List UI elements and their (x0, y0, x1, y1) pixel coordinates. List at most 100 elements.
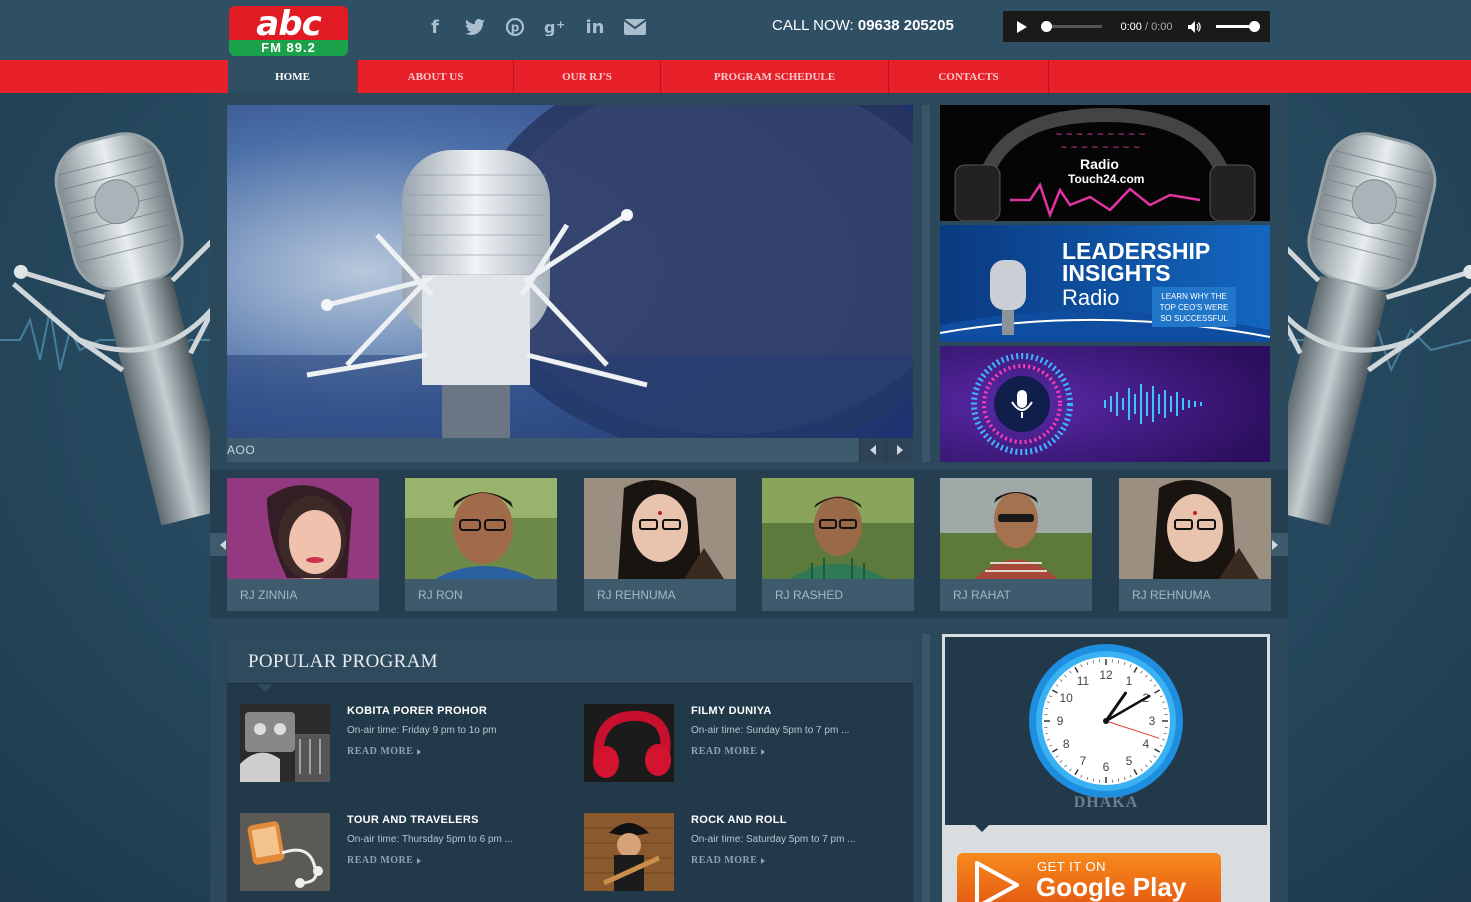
rj-card[interactable]: RJ REHNUMA (584, 478, 736, 611)
program-thumbnail[interactable] (584, 704, 674, 782)
ad2-line2: INSIGHTS (1062, 260, 1171, 286)
svg-text:+: + (556, 18, 565, 31)
logo-wordmark: abc (229, 6, 348, 42)
volume-icon[interactable] (1188, 20, 1202, 33)
svg-text:LEARN WHY THE: LEARN WHY THE (1161, 292, 1227, 301)
nav-about-us[interactable]: ABOUT US (358, 60, 514, 93)
slider-next-button[interactable] (886, 438, 913, 462)
rj-card[interactable]: RJ REHNUMA (1119, 478, 1271, 611)
facebook-icon[interactable]: f (424, 16, 446, 38)
main-nav: HOME ABOUT US OUR RJ'S PROGRAM SCHEDULE … (228, 60, 1049, 93)
rj-card[interactable]: RJ RASHED (762, 478, 914, 611)
rj-name: RJ REHNUMA (1132, 588, 1211, 602)
read-more-link[interactable]: READ MORE (691, 855, 766, 866)
call-now-text: CALL NOW: 09638 205205 (772, 17, 954, 34)
clock-number: 10 (1059, 691, 1073, 705)
google-play-icon (975, 861, 1019, 902)
read-more-link[interactable]: READ MORE (347, 855, 422, 866)
read-more-link[interactable]: READ MORE (347, 746, 422, 757)
program-thumbnail[interactable] (240, 813, 330, 891)
popular-header: POPULAR PROGRAM (227, 634, 913, 684)
call-label: CALL NOW: (772, 17, 854, 34)
read-more-label: READ MORE (691, 746, 758, 757)
site-logo[interactable]: abc FM 89.2 (229, 6, 348, 56)
ad-radio-touch[interactable]: ~ ~ ~ ~ ~ ~ ~ ~ ~ ~ ~ ~ ~ ~ ~ ~ ~ Radio … (940, 105, 1270, 221)
play-icon[interactable] (1017, 20, 1027, 33)
program-item: ROCK AND ROLL On-air time: Saturday 5pm … (584, 813, 914, 893)
section-title: POPULAR PROGRAM (248, 651, 438, 672)
read-more-label: READ MORE (347, 855, 414, 866)
rj-photo (584, 478, 736, 579)
read-more-link[interactable]: READ MORE (691, 746, 766, 757)
program-title[interactable]: ROCK AND ROLL (691, 814, 787, 826)
clock-number: 3 (1149, 714, 1156, 728)
clock-number: 5 (1126, 754, 1133, 768)
program-thumbnail[interactable] (584, 813, 674, 891)
nav-contacts[interactable]: CONTACTS (889, 60, 1049, 93)
caret-right-icon (761, 857, 766, 864)
svg-text:~ ~ ~ ~ ~ ~ ~ ~ ~: ~ ~ ~ ~ ~ ~ ~ ~ ~ (1055, 130, 1146, 140)
rj-photo (940, 478, 1092, 579)
rj-name: RJ REHNUMA (597, 588, 676, 602)
leadership-ad-graphic: LEADERSHIP INSIGHTS Radio LEARN WHY THE … (940, 225, 1270, 342)
social-links: f p g + in (424, 16, 646, 38)
header-pointer (257, 684, 273, 692)
program-time: On-air time: Sunday 5pm to 7 pm ... (691, 725, 850, 736)
twitter-icon[interactable] (464, 16, 486, 38)
ad-podcast-visual[interactable] (940, 346, 1270, 462)
audio-player: 0:00 / 0:00 (1003, 11, 1270, 42)
rj-card[interactable]: RJ RAHAT (940, 478, 1092, 611)
email-icon[interactable] (624, 16, 646, 38)
current-time: 0:00 (1120, 20, 1142, 33)
read-more-label: READ MORE (691, 855, 758, 866)
google-play-badge[interactable]: GET IT ON Google Play (957, 853, 1221, 902)
call-number[interactable]: 09638 205205 (858, 17, 954, 34)
seek-knob[interactable] (1041, 21, 1052, 32)
rj-card[interactable]: RJ ZINNIA (227, 478, 379, 611)
program-title[interactable]: KOBITA PORER PROHOR (347, 705, 487, 717)
clock-number: 12 (1099, 668, 1113, 682)
program-item: TOUR AND TRAVELERS On-air time: Thursday… (240, 813, 570, 893)
rj-name: RJ RAHAT (953, 588, 1011, 602)
column-divider (922, 105, 930, 462)
ad1-title: Radio (1080, 156, 1119, 172)
store-name: Google Play (1036, 872, 1187, 902)
nav-program-schedule[interactable]: PROGRAM SCHEDULE (661, 60, 889, 93)
chevron-left-icon (220, 539, 226, 550)
studio-microphone-image (227, 105, 913, 438)
linkedin-icon[interactable]: in (584, 16, 606, 38)
pinterest-icon[interactable]: p (504, 16, 526, 38)
caret-right-icon (761, 748, 766, 755)
ad-leadership-insights[interactable]: LEADERSHIP INSIGHTS Radio LEARN WHY THE … (940, 225, 1270, 342)
nav-home[interactable]: HOME (228, 60, 358, 93)
rj-card[interactable]: RJ RON (405, 478, 557, 611)
clock-number: 4 (1142, 737, 1149, 751)
slider-prev-button[interactable] (859, 438, 886, 462)
clock-number: 7 (1080, 754, 1087, 768)
clock-city: DHAKA (1073, 794, 1139, 811)
duration: 0:00 (1151, 20, 1173, 33)
volume-knob[interactable] (1249, 21, 1260, 32)
rj-name: RJ ZINNIA (240, 588, 298, 602)
chevron-left-icon (870, 445, 876, 455)
chevron-right-icon (897, 445, 903, 455)
google-plus-icon[interactable]: g + (544, 16, 566, 38)
program-item: KOBITA PORER PROHOR On-air time: Friday … (240, 704, 570, 784)
ad2-line3: Radio (1062, 285, 1119, 310)
caret-right-icon (417, 748, 422, 755)
svg-text:p: p (511, 21, 520, 35)
program-title[interactable]: TOUR AND TRAVELERS (347, 814, 479, 826)
time-separator: / (1144, 20, 1148, 33)
microphone-illustration (1281, 132, 1471, 526)
volume-slider[interactable] (1216, 21, 1260, 32)
program-item: FILMY DUNIYA On-air time: Sunday 5pm to … (584, 704, 914, 784)
seek-bar[interactable] (1041, 21, 1103, 32)
program-title[interactable]: FILMY DUNIYA (691, 705, 772, 717)
program-thumbnail[interactable] (240, 704, 330, 782)
slider-controls (859, 438, 913, 462)
clock-panel: 123456789101112 DHAKA (945, 637, 1267, 825)
chevron-right-icon (1272, 539, 1278, 550)
nav-our-rjs[interactable]: OUR RJ'S (514, 60, 661, 93)
svg-text:g: g (544, 18, 555, 36)
rj-photo (1119, 478, 1271, 579)
